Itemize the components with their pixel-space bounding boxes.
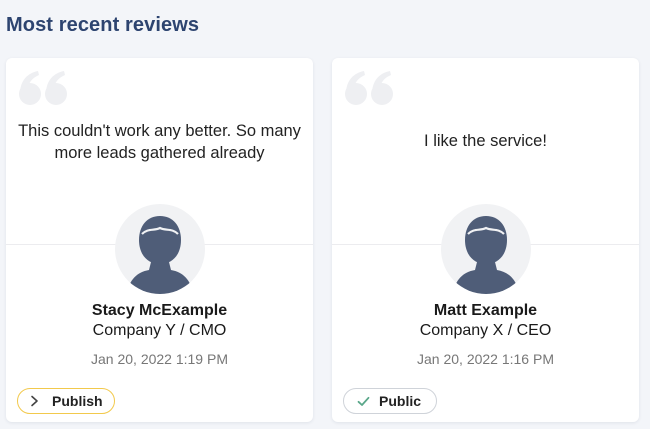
reviewer-company: Company X / CEO <box>419 322 552 339</box>
public-button[interactable]: Public <box>343 388 437 414</box>
review-text: I like the service! <box>424 132 547 150</box>
publish-button[interactable]: Publish <box>17 388 115 414</box>
public-button-label: Public <box>379 393 422 409</box>
quote-icon <box>345 71 393 105</box>
review-date: Jan 20, 2022 1:19 PM <box>91 351 228 367</box>
reviewer-company: Company Y / CMO <box>92 322 227 339</box>
avatar <box>440 204 531 294</box>
review-card: I like the service! Matt Example Company… <box>332 58 639 422</box>
chevron-right-icon <box>30 395 44 407</box>
check-icon <box>357 396 371 407</box>
review-date: Jan 20, 2022 1:16 PM <box>417 351 554 367</box>
user-silhouette-icon <box>126 216 193 294</box>
user-silhouette-icon <box>452 216 519 294</box>
reviewer-name: Matt Example <box>433 302 538 319</box>
section-title: Most recent reviews <box>6 14 200 36</box>
review-text: This couldn't work any better. So many m… <box>18 122 301 162</box>
reviewer-name: Stacy McExample <box>91 302 228 319</box>
review-card: This couldn't work any better. So many m… <box>6 58 313 422</box>
avatar <box>114 204 205 294</box>
quote-icon <box>19 71 67 105</box>
publish-button-label: Publish <box>52 393 103 409</box>
